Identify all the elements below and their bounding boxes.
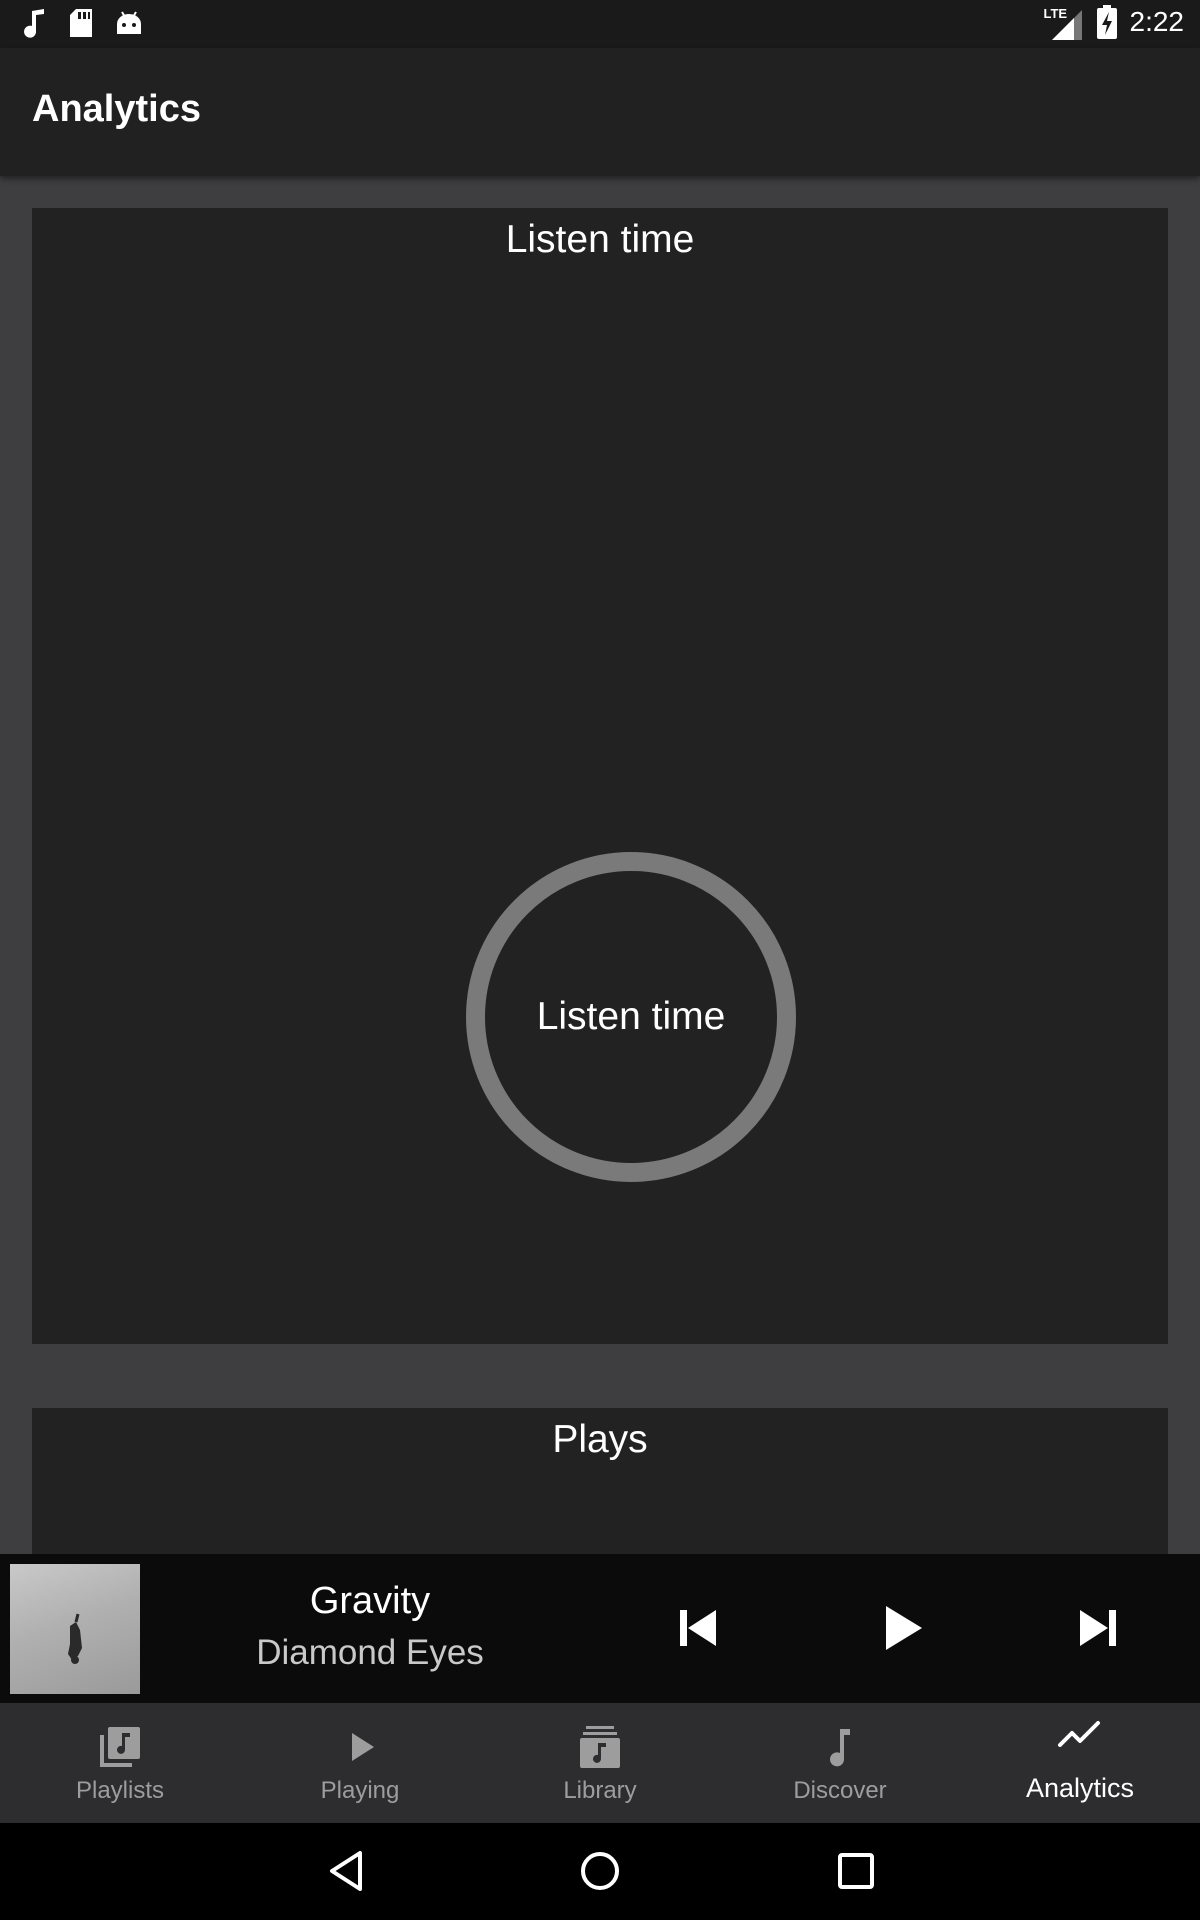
nav-label-discover: Discover	[793, 1777, 887, 1804]
nav-label-playing: Playing	[320, 1777, 400, 1804]
nav-item-analytics[interactable]: Analytics	[960, 1703, 1200, 1823]
nav-label-playlists: Playlists	[75, 1777, 165, 1804]
system-navigation-bar	[0, 1823, 1200, 1920]
skip-next-button[interactable]	[1068, 1598, 1128, 1658]
play-icon	[886, 1606, 922, 1650]
home-icon[interactable]	[578, 1849, 622, 1893]
track-title: Gravity	[309, 1580, 431, 1622]
android-icon	[117, 11, 141, 34]
music-note-icon	[830, 1729, 850, 1767]
playlists-icon	[100, 1727, 140, 1767]
signal-icon: LTE	[1044, 4, 1084, 40]
plays-card: Plays	[32, 1408, 1168, 1554]
skip-previous-icon	[680, 1610, 716, 1646]
trending-icon	[1058, 1721, 1100, 1747]
music-note-icon	[24, 9, 44, 38]
nav-item-library[interactable]: Library	[480, 1703, 720, 1823]
now-playing-bar[interactable]: Gravity Diamond Eyes	[0, 1554, 1200, 1703]
nav-item-playing[interactable]: Playing	[240, 1703, 480, 1823]
nav-item-playlists[interactable]: Playlists	[0, 1703, 240, 1823]
listen-time-card: Listen time Listen time	[32, 208, 1168, 1344]
clock: 2:22	[1129, 6, 1185, 37]
back-icon[interactable]	[326, 1849, 368, 1893]
track-info[interactable]: Gravity Diamond Eyes	[220, 1580, 520, 1673]
status-system-icons: LTE 2:22	[1044, 4, 1185, 40]
play-arrow-icon	[352, 1733, 374, 1761]
skip-next-icon	[1080, 1610, 1116, 1646]
battery-charging-icon	[1096, 5, 1117, 39]
play-button[interactable]	[872, 1598, 932, 1658]
analytics-content[interactable]: Listen time Listen time Plays	[0, 176, 1200, 1554]
album-art-figure	[68, 1613, 82, 1664]
listen-time-ring-chart: Listen time	[466, 852, 796, 1182]
track-artist: Diamond Eyes	[256, 1633, 484, 1672]
listen-time-card-title: Listen time	[505, 218, 695, 261]
plays-card-title: Plays	[552, 1418, 648, 1461]
bottom-navigation: Playlists Playing Library Discover Analy…	[0, 1703, 1200, 1823]
recents-icon[interactable]	[836, 1851, 876, 1891]
skip-previous-button[interactable]	[668, 1598, 728, 1658]
status-bar: LTE 2:22	[0, 0, 1200, 48]
album-art[interactable]	[10, 1564, 140, 1694]
page-title: Analytics	[32, 88, 201, 130]
nav-label-analytics: Analytics	[1025, 1773, 1135, 1803]
sd-card-icon	[70, 9, 92, 37]
app-bar: Analytics	[0, 48, 1200, 176]
nav-label-library: Library	[563, 1777, 637, 1804]
listen-time-ring-label: Listen time	[536, 995, 726, 1038]
library-icon	[580, 1726, 620, 1768]
nav-item-discover[interactable]: Discover	[720, 1703, 960, 1823]
status-notification-icons	[22, 8, 144, 38]
